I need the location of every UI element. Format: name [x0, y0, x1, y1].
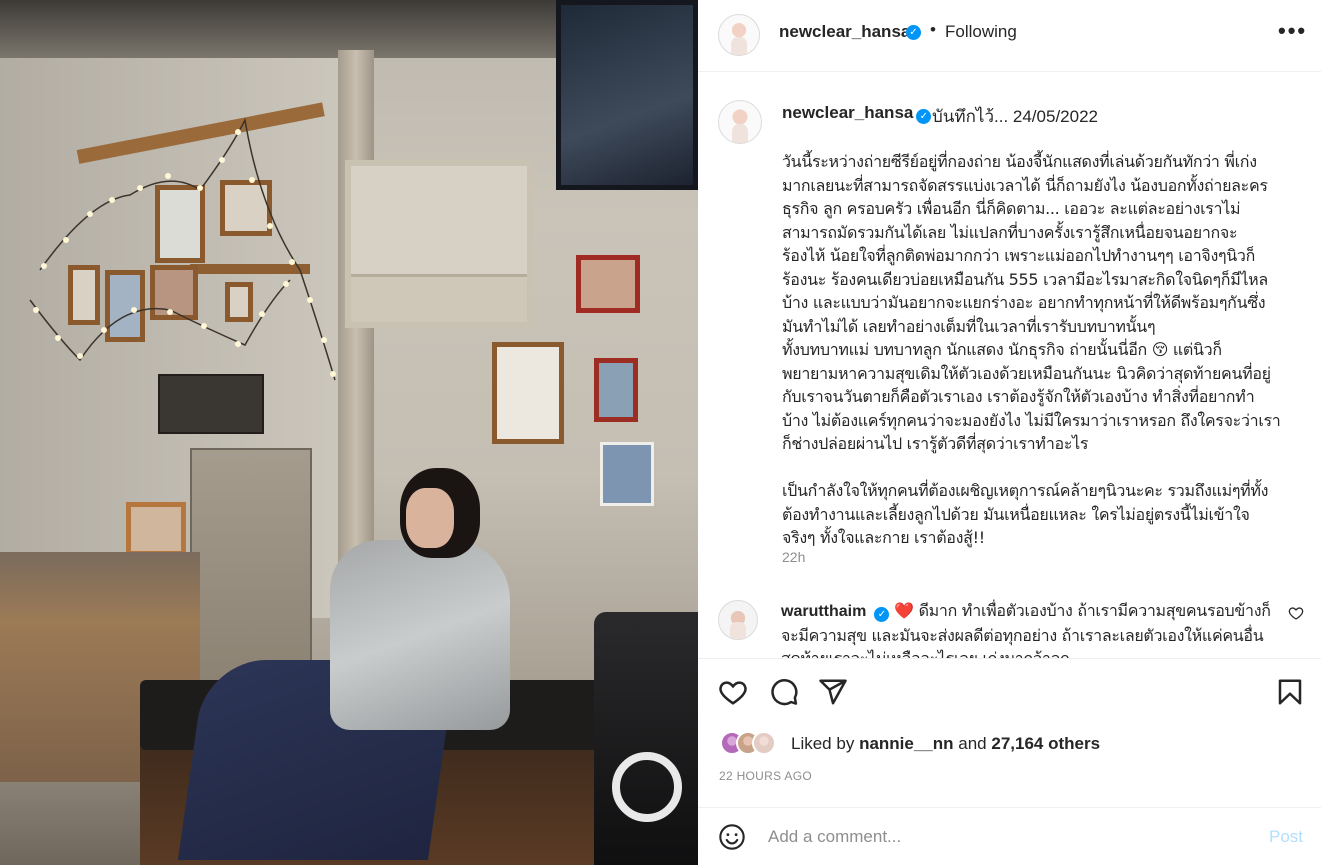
verified-badge-icon: ✓: [906, 25, 921, 40]
verified-badge-icon: ✓: [916, 109, 932, 124]
comments-scroll-area[interactable]: newclear_hansa ✓ บันทึกไว้... 24/05/2022 …: [698, 73, 1321, 658]
comment-input[interactable]: [768, 822, 1238, 852]
emoji-icon[interactable]: [718, 823, 746, 851]
bookmark-icon[interactable]: [1275, 677, 1305, 707]
more-options-icon[interactable]: •••: [1278, 18, 1307, 44]
post-detail-panel: newclear_hansa ✓ • Following ••• newclea…: [698, 0, 1321, 865]
author-avatar[interactable]: [718, 14, 760, 56]
liker-username[interactable]: nannie__nn: [859, 734, 953, 753]
comment-icon[interactable]: [769, 677, 799, 707]
post-timestamp[interactable]: 22 HOURS AGO: [719, 769, 812, 783]
caption-author-username[interactable]: newclear_hansa ✓: [782, 103, 932, 124]
heart-icon[interactable]: [718, 677, 748, 707]
post-actions: Liked by nannie__nn and 27,164 others 22…: [698, 658, 1321, 865]
post-header: newclear_hansa ✓ • Following •••: [698, 0, 1321, 72]
commenter-username[interactable]: warutthaim: [781, 603, 866, 620]
caption-timestamp[interactable]: 22h: [782, 549, 805, 565]
caption-title: บันทึกไว้... 24/05/2022: [932, 107, 1098, 126]
comment-text-block: warutthaim ✓ ❤️ ดีมาก ทำเพื่อตัวเองบ้าง ถ…: [781, 599, 1281, 658]
share-icon[interactable]: [818, 677, 848, 707]
separator-dot: •: [930, 20, 936, 39]
verified-badge-icon: ✓: [874, 607, 890, 622]
post-comment-button[interactable]: Post: [1269, 827, 1303, 847]
likes-count[interactable]: 27,164 others: [991, 734, 1100, 753]
add-comment-bar: Post: [698, 807, 1321, 865]
likes-summary[interactable]: Liked by nannie__nn and 27,164 others: [791, 734, 1100, 754]
liker-avatar[interactable]: [752, 731, 776, 755]
post-photo[interactable]: [0, 0, 698, 865]
caption-text: วันนี้ระหว่างถ่ายซีรีย์อยู่ที่กองถ่าย น้…: [782, 152, 1281, 547]
commenter-avatar[interactable]: [718, 600, 758, 640]
photo-string-lights: [29, 117, 336, 381]
heart-emoji: ❤️: [894, 601, 914, 620]
following-button[interactable]: Following: [945, 22, 1017, 42]
comment-like-icon[interactable]: [1288, 605, 1304, 621]
caption-author-avatar[interactable]: [718, 100, 762, 144]
author-username[interactable]: newclear_hansa: [779, 22, 910, 42]
